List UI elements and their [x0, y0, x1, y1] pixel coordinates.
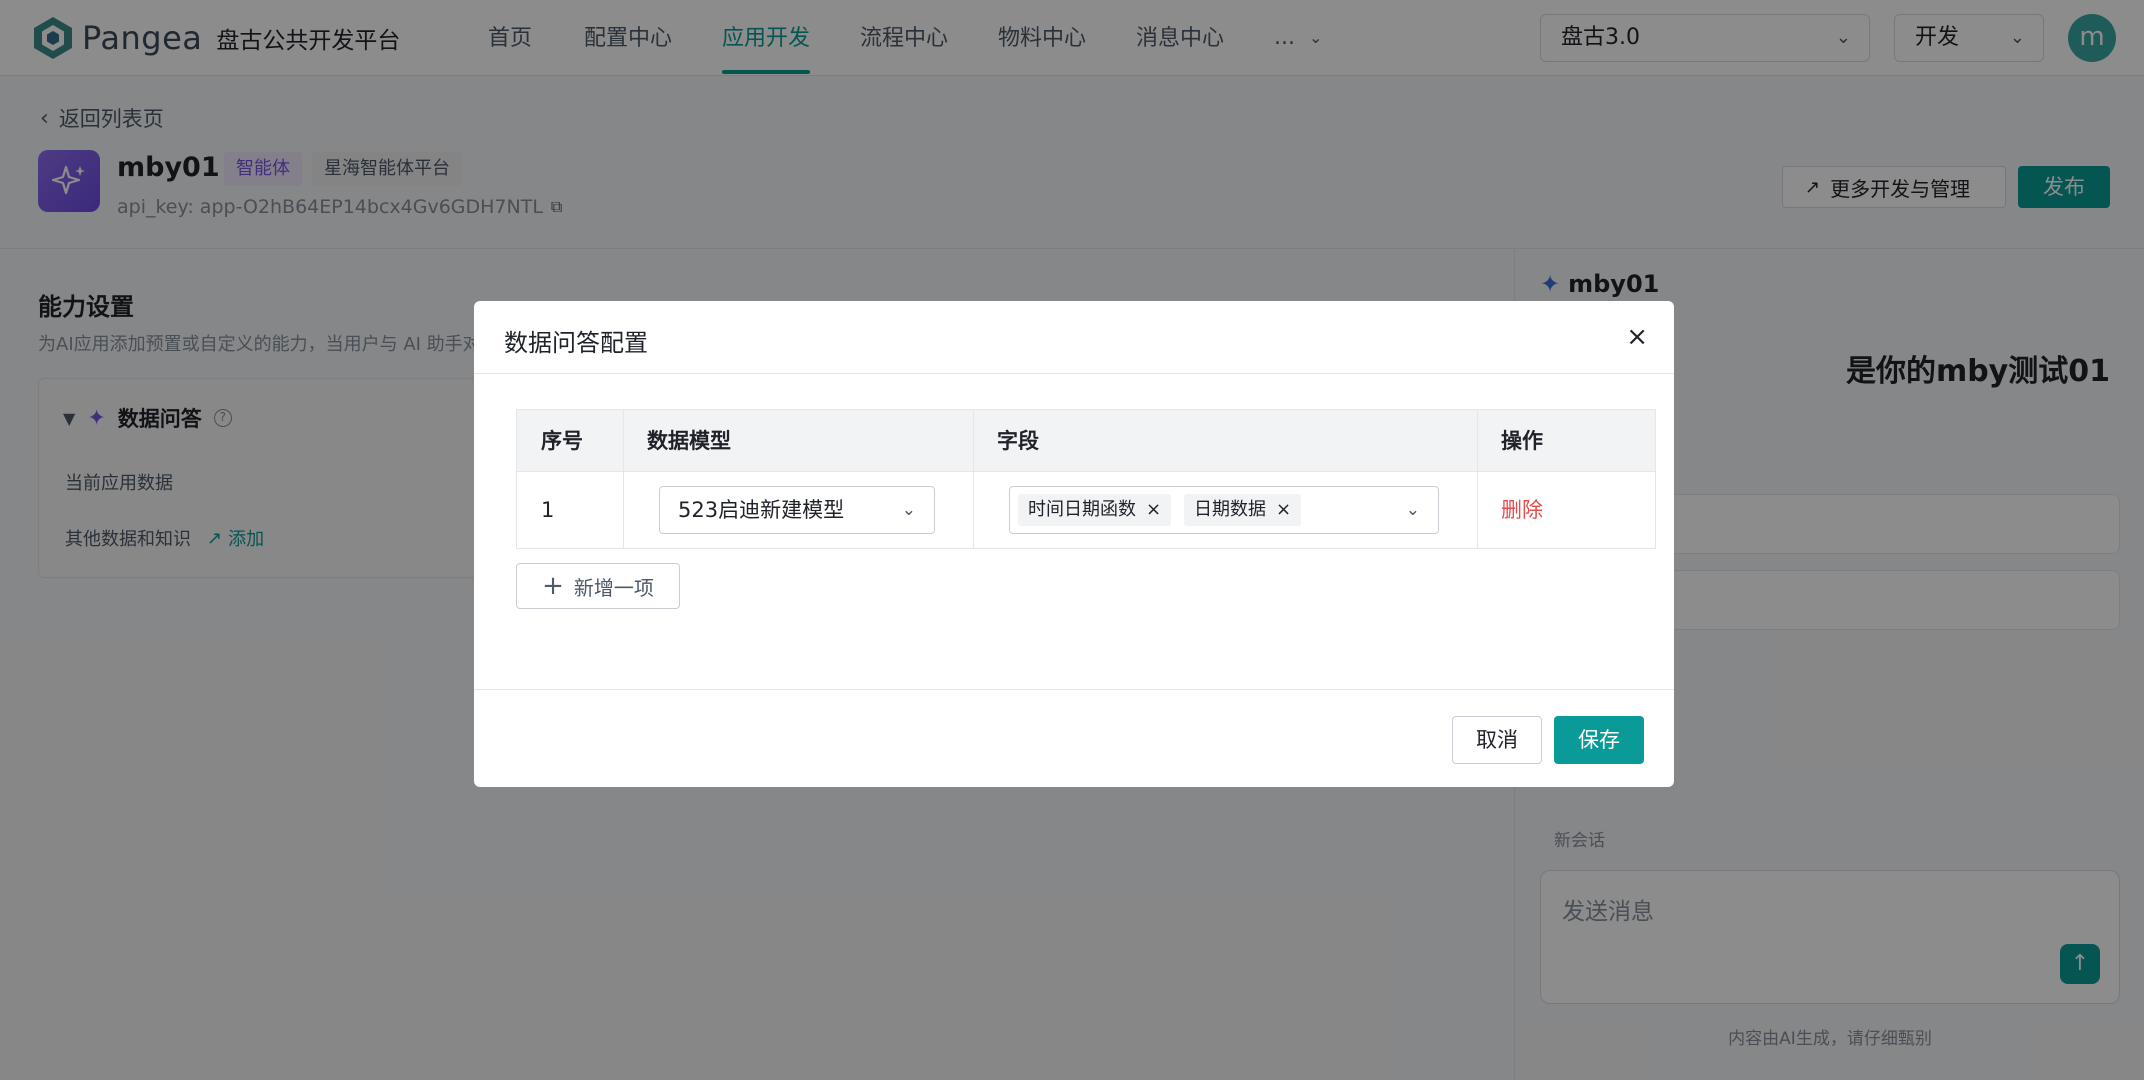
table-header: 序号 数据模型 字段 操作: [517, 410, 1655, 472]
data-qa-config-modal: 数据问答配置 × 序号 数据模型 字段 操作 1 523启迪新建模型 ⌄ 时间日…: [474, 301, 1674, 787]
plus-icon: +: [542, 571, 564, 601]
modal-header-divider: [474, 373, 1674, 374]
modal-title: 数据问答配置: [504, 329, 648, 357]
column-divider: [623, 410, 624, 548]
column-header-action: 操作: [1501, 429, 1543, 453]
column-header-fields: 字段: [997, 429, 1039, 453]
chevron-down-icon: ⌄: [901, 500, 916, 520]
fields-multiselect[interactable]: 时间日期函数 × 日期数据 × ⌄: [1009, 486, 1439, 534]
column-divider: [1477, 410, 1478, 548]
modal-footer-divider: [474, 689, 1674, 690]
close-icon[interactable]: ×: [1276, 494, 1291, 526]
cancel-button[interactable]: 取消: [1452, 716, 1542, 764]
column-header-model: 数据模型: [647, 429, 731, 453]
save-button[interactable]: 保存: [1554, 716, 1644, 764]
add-item-label: 新增一项: [573, 575, 654, 600]
column-divider: [973, 410, 974, 548]
column-header-index: 序号: [541, 429, 583, 453]
add-item-button[interactable]: + 新增一项: [516, 563, 680, 609]
data-model-select[interactable]: 523启迪新建模型 ⌄: [659, 486, 935, 534]
field-chip: 时间日期函数 ×: [1018, 494, 1172, 526]
chevron-down-icon: ⌄: [1405, 500, 1420, 520]
data-model-select-value: 523启迪新建模型: [678, 498, 845, 522]
close-icon[interactable]: ×: [1146, 494, 1161, 526]
close-icon[interactable]: ×: [1626, 323, 1648, 351]
delete-row-link[interactable]: 删除: [1501, 472, 1543, 548]
field-chip: 日期数据 ×: [1184, 494, 1302, 526]
row-index: 1: [541, 498, 555, 522]
field-chip-label: 日期数据: [1194, 499, 1266, 520]
field-chip-label: 时间日期函数: [1028, 499, 1136, 520]
data-model-table: 序号 数据模型 字段 操作 1 523启迪新建模型 ⌄ 时间日期函数 × 日期数…: [516, 409, 1656, 549]
